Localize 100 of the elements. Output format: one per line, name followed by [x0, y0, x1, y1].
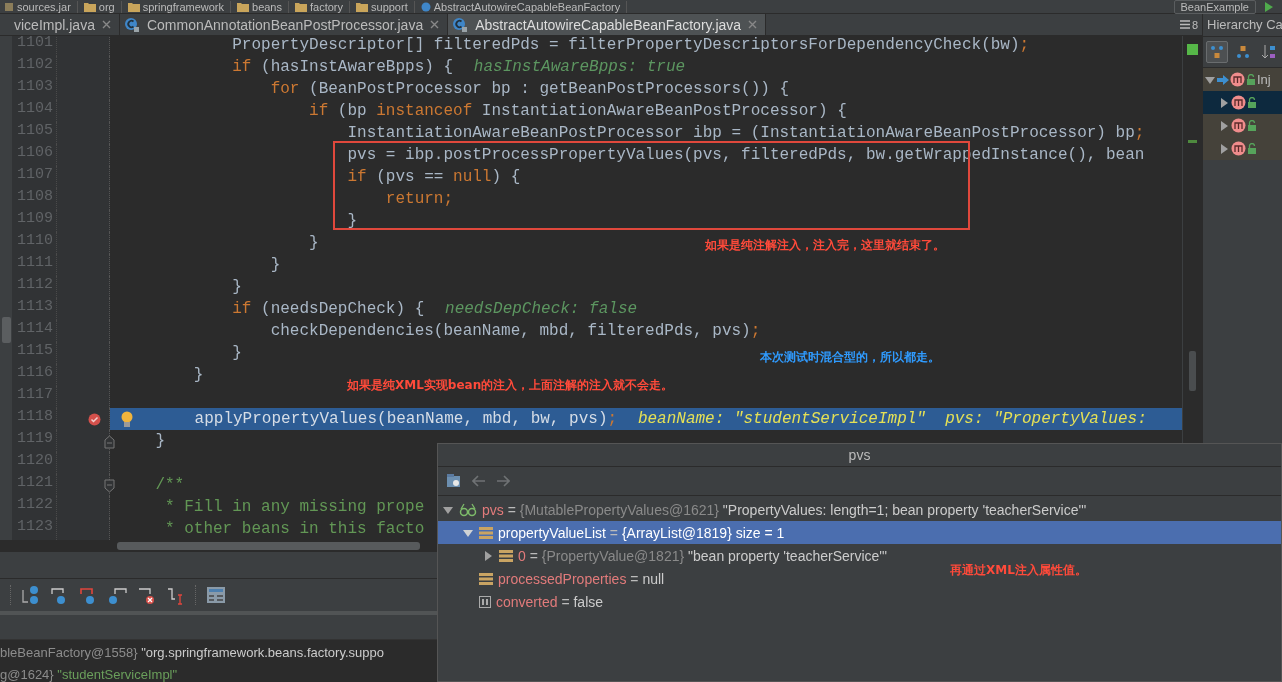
code-line: } [231, 344, 242, 362]
code-line: PropertyDescriptor[] filteredPds = filterPropertyDescriptorsForDependencyCheck(bw); [231, 36, 1030, 54]
list-icon [1179, 20, 1190, 29]
code-line: } [308, 234, 319, 252]
annotation-text: 如果是纯注解注入，注入完，这里就结束了。 [705, 237, 945, 254]
glasses-icon [459, 502, 477, 517]
lightbulb-icon[interactable] [121, 410, 133, 428]
code-line: if (hasInstAwareBpps) { [231, 58, 454, 76]
folder-icon [356, 1, 368, 12]
method-icon [1230, 72, 1245, 87]
variable-text: converted = false [496, 593, 604, 610]
breadcrumb-item[interactable]: beans [237, 0, 289, 13]
expand-arrow-icon[interactable] [1218, 119, 1230, 132]
code-line: } [231, 278, 242, 296]
forward-arrow-icon[interactable] [496, 475, 510, 487]
code-line: applyPropertyValues(beanName, mbd, bw, pvs); [193, 410, 618, 428]
code-line: for (BeanPostProcessor bp : getBeanPostProcessors()) { [269, 80, 790, 98]
inline-value: needsDepCheck: false [445, 300, 638, 318]
watch-icon[interactable] [446, 473, 462, 489]
tree-row[interactable]: pvs = {MutablePropertyValues@1621} "PropertyValues: length=1; bean property 'teacherService'" [438, 498, 1087, 521]
breakpoint-icon[interactable] [88, 412, 101, 426]
tree-row[interactable]: propertyValueList = {ArrayList@1819} size = 1 [438, 521, 1281, 544]
field-icon [479, 526, 493, 539]
breadcrumb-item[interactable]: AbstractAutowireCapableBeanFactory [420, 0, 628, 13]
fold-icon[interactable] [104, 479, 115, 493]
arrow-icon [1217, 74, 1229, 85]
variable-text: 0 = {PropertyValue@1821} "bean property 'teacherService'" [518, 547, 887, 564]
breadcrumb-item[interactable]: springframework [127, 0, 231, 13]
expand-arrow-icon[interactable] [1218, 96, 1230, 109]
evaluate-icon[interactable] [206, 586, 226, 604]
fold-icon[interactable] [104, 435, 115, 449]
close-icon[interactable] [748, 20, 758, 29]
hierarchy-row[interactable] [1203, 91, 1282, 114]
scrollbar-thumb[interactable] [1, 317, 11, 343]
class-icon [123, 16, 140, 33]
tree-row[interactable]: processedProperties = null [438, 567, 665, 590]
run-configuration-dropdown[interactable]: BeanExample [1173, 0, 1256, 14]
folder-icon [295, 1, 307, 12]
tree-row[interactable]: 0 = {PropertyValue@1821} "bean property 'teacherService'" [438, 544, 887, 567]
variable-text: bleBeanFactory@1558} "org.springframework.beans.factory.suppo [0, 644, 385, 662]
variable-text: g@1624} "studentServiceImpl" [0, 666, 179, 682]
field-icon [479, 572, 493, 585]
code-line: if (needsDepCheck) { [231, 300, 425, 318]
folder-icon [237, 1, 249, 12]
variable-text: pvs = {MutablePropertyValues@1621} "PropertyValues: length=1; bean property 'teacherService'" [482, 501, 1087, 518]
code-line: * Fill in any missing prope [164, 498, 425, 516]
breadcrumb-item[interactable]: sources.jar [4, 0, 78, 13]
lock-icon [1247, 120, 1257, 131]
editor-tab[interactable]: AbstractAutowireCapableBeanFactory.java [448, 14, 767, 35]
variable-text: propertyValueList = {ArrayList@1819} size = 1 [498, 524, 785, 541]
expand-arrow-icon[interactable] [482, 549, 494, 562]
hierarchy-row[interactable] [1203, 137, 1282, 160]
tree-row[interactable]: converted = false [438, 590, 604, 613]
scrollbar-thumb[interactable] [117, 542, 420, 550]
nodes-icon [1236, 45, 1250, 59]
drop-frame-icon[interactable] [137, 585, 157, 605]
code-line: * other beans in this facto [164, 520, 425, 538]
method-icon [1231, 95, 1246, 110]
class-icon [452, 16, 469, 33]
caller-hierarchy-button[interactable] [1206, 41, 1228, 63]
editor-tab[interactable]: viceImpl.java [10, 14, 120, 35]
hierarchy-row[interactable]: Inj [1203, 68, 1282, 91]
variable-text: processedProperties = null [498, 570, 665, 587]
tab-list-button[interactable]: 8 [1179, 14, 1202, 35]
popup-title: pvs [848, 447, 871, 463]
method-icon [1231, 118, 1246, 133]
breadcrumb-item[interactable]: support [356, 0, 415, 13]
method-icon [1231, 141, 1246, 156]
code-line: InstantiationAwareBeanPostProcessor ibp = (InstantiationAwareBeanPostProcessor) bp; [346, 124, 1145, 142]
code-line: if (pvs == null) { [346, 168, 521, 186]
force-step-into-icon[interactable] [108, 585, 128, 605]
code-line: } [192, 366, 204, 384]
code-line: } [269, 256, 281, 274]
run-icon[interactable] [1264, 1, 1274, 12]
back-arrow-icon[interactable] [472, 475, 486, 487]
scrollbar-thumb[interactable] [1189, 351, 1196, 391]
expand-arrow-icon[interactable] [1218, 142, 1230, 155]
breadcrumb-item[interactable]: org [83, 0, 122, 13]
hierarchy-label: Inj [1257, 72, 1271, 87]
lock-icon [1246, 74, 1256, 85]
breadcrumb-item[interactable]: factory [295, 0, 350, 13]
show-execution-point-icon[interactable] [21, 585, 41, 605]
folder-icon [127, 1, 140, 12]
annotation-text: 再通过XML注入属性值。 [950, 562, 1087, 579]
lock-icon [1247, 143, 1257, 154]
annotation-text: 本次测试时混合型的，所以都走。 [760, 349, 940, 366]
nodes-icon [1210, 45, 1224, 59]
sort-icon [1261, 44, 1277, 60]
class-icon [420, 1, 431, 12]
inline-value: hasInstAwareBpps: true [473, 58, 686, 76]
field-icon [499, 549, 513, 562]
folder-icon [83, 1, 96, 12]
lock-icon [1247, 97, 1257, 108]
code-line: return; [384, 190, 454, 208]
inline-value: beanName: "studentServiceImpl" pvs: "PropertyValues: [637, 410, 1147, 428]
hierarchy-row[interactable] [1203, 114, 1282, 137]
archive-icon [4, 1, 14, 12]
primitive-icon [479, 595, 491, 608]
close-icon[interactable] [430, 20, 440, 29]
close-icon[interactable] [101, 20, 111, 29]
